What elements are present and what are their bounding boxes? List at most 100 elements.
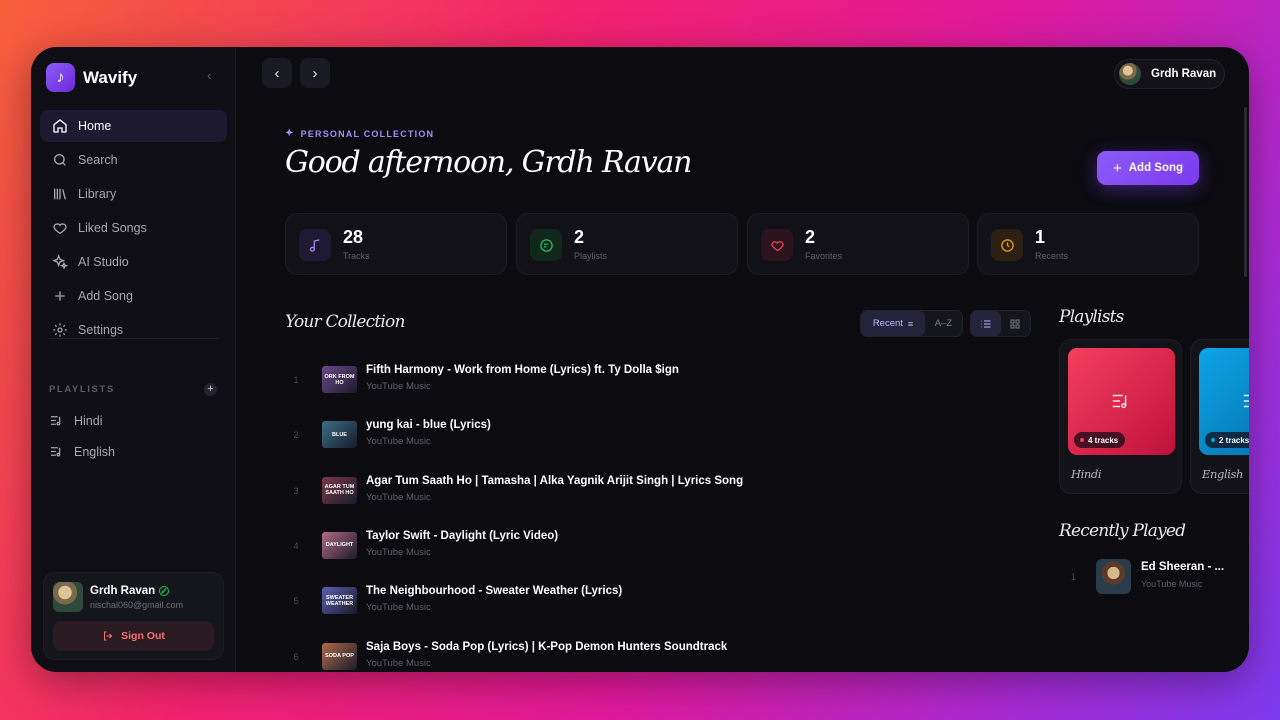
main-nav: Home Search Library Liked Songs AI Studi… [40,110,227,348]
add-song-button[interactable]: + Add Song [1097,151,1199,185]
stat-card-recents: 1 Recents [977,213,1199,275]
track-number: 5 [293,596,299,607]
track-title: The Neighbourhood - Sweater Weather (Lyr… [366,585,623,598]
track-row[interactable]: 5 SWEATER WEATHER The Neighbourhood - Swea… [289,583,1029,623]
grid-view-button[interactable] [1001,311,1031,336]
sidebar-item-label: Settings [78,323,124,337]
brand[interactable]: ♪ Wavify [46,63,137,92]
playlist-card-hindi[interactable]: 4 tracks Hindi [1059,339,1182,494]
eyebrow-text: PERSONAL COLLECTION [300,128,435,139]
verified-icon: ✓ [159,585,170,596]
track-row[interactable]: 6 SODA POP Saja Boys - Soda Pop (Lyrics) |… [289,639,1029,673]
sidebar-item-settings[interactable]: Settings [40,314,227,346]
sidebar-playlist-label: English [74,444,115,459]
heart-icon [761,229,793,261]
top-user-menu[interactable]: Grdh Ravan [1114,59,1225,89]
recent-item[interactable]: 1 Ed Sheeran - ... YouTube Music [1071,559,1241,599]
sidebar-item-search[interactable]: Search [40,144,227,176]
track-title: Agar Tum Saath Ho | Tamasha | Alka Yagni… [366,474,744,487]
sidebar-playlist-english[interactable]: English [49,436,115,467]
track-row[interactable]: 1 ORK FROM HO Fifth Harmony - Work from Ho… [289,362,1029,402]
stat-label: Playlists [574,251,608,261]
thumbnail-text: AGAR TUM SAATH HO [324,484,355,497]
stat-value: 2 [574,227,585,247]
sidebar-item-label: Liked Songs [78,221,147,235]
sidebar-item-library[interactable]: Library [40,178,227,210]
badge-dot [1211,438,1215,442]
thumbnail-text: SODA POP [325,653,354,659]
list-view-button[interactable] [971,311,1001,336]
playlist-card-english[interactable]: 2 tracks English [1190,339,1249,494]
avatar [53,582,83,612]
thumbnail-text: DAYLIGHT [325,542,354,549]
playlists-heading: PLAYLISTS [49,384,115,395]
user-name: Grdh Ravan ✓ [90,585,170,597]
sidebar-item-home[interactable]: Home [40,110,227,142]
track-row[interactable]: 3 AGAR TUM SAATH HO Agar Tum Saath Ho | Ta… [289,473,1029,513]
recently-played-title: Recently Played [1059,521,1186,541]
sparkles-icon: ✦ [285,128,295,139]
plus-icon [55,291,65,301]
sidebar-item-add-song[interactable]: Add Song [40,280,227,312]
sort-az-label: A–Z [934,318,953,329]
user-name-text: Grdh Ravan [90,585,156,597]
playlist-icon [1243,394,1249,408]
plus-icon: + [1112,159,1122,177]
recent-number: 1 [1071,572,1077,582]
back-button[interactable]: ‹ [262,58,292,88]
track-thumbnail: SODA POP [322,642,357,670]
stat-card-favorites: 2 Favorites [747,213,969,275]
playlist-circle-icon [530,229,562,261]
playlists-header: PLAYLISTS + [49,383,217,396]
playlist-art: 4 tracks [1068,348,1175,455]
forward-button[interactable]: › [300,58,330,88]
sort-recent-label: Recent [872,318,903,329]
track-row[interactable]: 2 BLUE yung kai - blue (Lyrics) YouTube Mus… [289,417,1029,457]
playlist-icon [50,416,61,426]
track-thumbnail: AGAR TUM SAATH HO [322,476,357,504]
sidebar-item-ai-studio[interactable]: AI Studio [40,246,227,278]
track-source: YouTube Music [366,657,431,669]
sidebar-item-label: Home [78,119,112,133]
stat-label: Tracks [343,251,370,261]
library-icon [54,188,66,200]
sidebar-item-liked-songs[interactable]: Liked Songs [40,212,227,244]
user-email: nischal060@gmail.com [90,600,184,610]
user-card: Grdh Ravan ✓ nischal060@gmail.com Sign O… [43,572,224,660]
badge-dot [1080,438,1084,442]
sparkles-icon [52,254,68,270]
playlist-card-name: Hindi [1071,467,1102,481]
track-source: YouTube Music [366,381,431,392]
sort-az-button[interactable]: A–Z [925,311,962,336]
scrollbar[interactable] [1244,107,1247,277]
stat-value: 2 [805,227,816,247]
sort-recent-button[interactable]: Recent ≡ [861,311,925,336]
music-note-logo-icon: ♪ [46,63,75,92]
collection-title: Your Collection [285,312,405,332]
music-note-icon [299,229,331,261]
playlists-panel-title: Playlists [1059,307,1124,327]
sidebar-item-label: Search [78,153,118,167]
track-source: YouTube Music [366,602,431,614]
sidebar-playlist-label: Hindi [74,413,103,428]
sign-out-button[interactable]: Sign Out [53,621,214,651]
recent-source: YouTube Music [1141,579,1203,589]
add-playlist-button[interactable]: + [204,383,217,396]
stat-label: Favorites [805,251,843,261]
stat-value: 28 [343,227,364,247]
page-title: Good afternoon, Grdh Ravan [285,145,692,180]
track-thumbnail: BLUE [322,421,357,449]
sidebar: ♪ Wavify ‹ Home Search Library Liked Son… [31,47,236,672]
brand-name: Wavify [83,67,138,87]
playlist-art: 2 tracks [1199,348,1249,455]
track-count-label: 4 tracks [1088,435,1119,445]
grid-icon [1010,319,1020,328]
collapse-sidebar-icon[interactable]: ‹ [207,67,212,83]
sidebar-playlist-hindi[interactable]: Hindi [49,405,115,436]
track-title: yung kai - blue (Lyrics) [366,419,491,432]
thumbnail-text: ORK FROM HO [324,373,355,386]
track-title: Saja Boys - Soda Pop (Lyrics) | K-Pop De… [366,640,728,653]
playlist-icon [50,447,61,457]
track-row[interactable]: 4 DAYLIGHT Taylor Swift - Daylight (Lyric … [289,528,1029,568]
track-number: 4 [293,540,299,551]
